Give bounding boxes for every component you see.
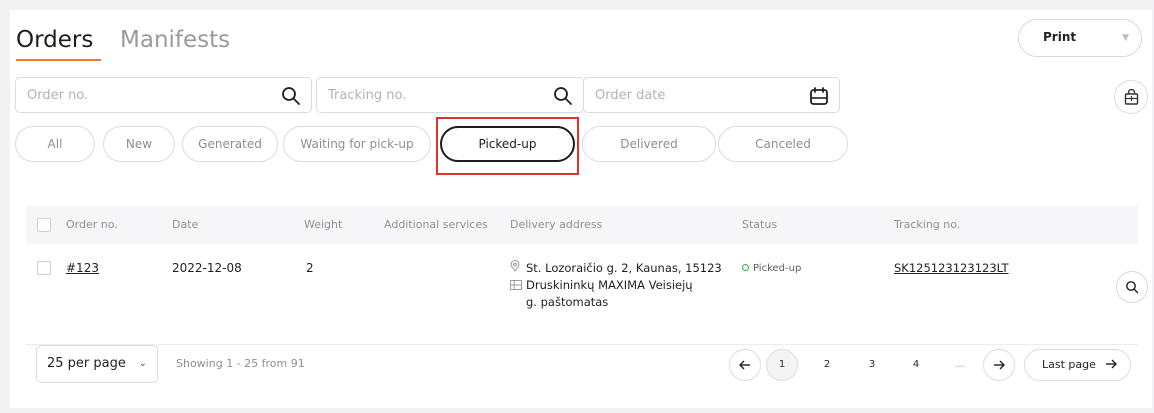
- filter-delivered[interactable]: Delivered: [582, 126, 716, 162]
- orders-panel: Orders Manifests Print ▼ Order no. Track…: [10, 10, 1152, 408]
- filter-waiting-for-pick-up[interactable]: Waiting for pick-up: [283, 126, 431, 162]
- filter-all[interactable]: All: [15, 126, 95, 162]
- page-1[interactable]: 1: [766, 349, 798, 381]
- order-no-input[interactable]: Order no.: [15, 77, 312, 113]
- order-link[interactable]: #123: [66, 261, 99, 275]
- col-additional-services: Additional services: [384, 218, 488, 231]
- status-text: Picked-up: [753, 263, 802, 274]
- page-4[interactable]: 4: [903, 349, 929, 381]
- order-weight: 2: [306, 261, 314, 275]
- tab-manifests[interactable]: Manifests: [120, 24, 230, 56]
- col-date: Date: [172, 218, 199, 231]
- page-3[interactable]: 3: [859, 349, 885, 381]
- table-row: #123 2022-12-08 2 St. Lozoraičio g. 2, K…: [26, 244, 1148, 346]
- filter-generated[interactable]: Generated: [182, 126, 278, 162]
- arrow-right-icon: [1106, 359, 1118, 369]
- order-date-placeholder: Order date: [595, 88, 666, 103]
- page-ellipsis: ...: [955, 359, 965, 370]
- col-tracking-no: Tracking no.: [894, 218, 961, 231]
- active-tab-underline: [16, 59, 101, 61]
- calendar-icon[interactable]: [809, 86, 829, 106]
- page-2[interactable]: 2: [814, 349, 840, 381]
- last-page-label: Last page: [1042, 358, 1096, 371]
- chevron-down-icon: ⌄: [138, 358, 147, 369]
- col-order-no: Order no.: [66, 218, 118, 231]
- filter-new[interactable]: New: [103, 126, 175, 162]
- arrow-right-icon: [994, 360, 1005, 370]
- per-page-label: 25 per page: [47, 356, 126, 371]
- print-label: Print: [1043, 30, 1077, 44]
- showing-count: Showing 1 - 25 from 91: [176, 357, 305, 370]
- tab-orders[interactable]: Orders: [16, 24, 93, 56]
- arrow-left-icon: [739, 360, 750, 370]
- order-no-placeholder: Order no.: [27, 88, 89, 103]
- shopping-bag-icon: [1124, 89, 1139, 105]
- locker-line-2: g. paštomatas: [526, 295, 609, 309]
- status-dot: [742, 264, 749, 271]
- locker-line-1: Druskininkų MAXIMA Veisiejų: [526, 278, 693, 292]
- chevron-down-icon: ▼: [1122, 33, 1129, 43]
- locker-icon: [510, 280, 522, 290]
- prev-page-button[interactable]: [729, 349, 761, 381]
- search-icon[interactable]: [553, 86, 573, 106]
- last-page-button[interactable]: Last page: [1024, 349, 1131, 381]
- select-all-checkbox[interactable]: [37, 218, 51, 232]
- highlight-box: [436, 117, 579, 175]
- per-page-select[interactable]: 25 per page ⌄: [36, 345, 158, 383]
- status-badge: Picked-up: [742, 263, 801, 274]
- table-divider: [26, 344, 1138, 345]
- tracking-link[interactable]: SK125123123123LT: [894, 261, 1009, 275]
- row-checkbox[interactable]: [37, 261, 51, 275]
- view-order-button[interactable]: [1116, 271, 1148, 303]
- next-page-button[interactable]: [983, 349, 1015, 381]
- search-icon: [1126, 281, 1139, 294]
- col-weight: Weight: [304, 218, 343, 231]
- filter-canceled[interactable]: Canceled: [718, 126, 848, 162]
- tracking-no-input[interactable]: Tracking no.: [316, 77, 584, 113]
- order-date: 2022-12-08: [172, 261, 242, 275]
- location-pin-icon: [510, 260, 520, 272]
- col-status: Status: [742, 218, 778, 231]
- order-date-input[interactable]: Order date: [583, 77, 840, 113]
- table-header: Order no. Date Weight Additional service…: [26, 206, 1138, 244]
- tracking-no-placeholder: Tracking no.: [328, 88, 407, 103]
- search-icon[interactable]: [281, 86, 301, 106]
- address-line: St. Lozoraičio g. 2, Kaunas, 15123: [526, 261, 722, 275]
- col-delivery-address: Delivery address: [510, 218, 603, 231]
- print-dropdown[interactable]: Print ▼: [1018, 19, 1142, 57]
- shopping-bag-button[interactable]: [1114, 80, 1148, 114]
